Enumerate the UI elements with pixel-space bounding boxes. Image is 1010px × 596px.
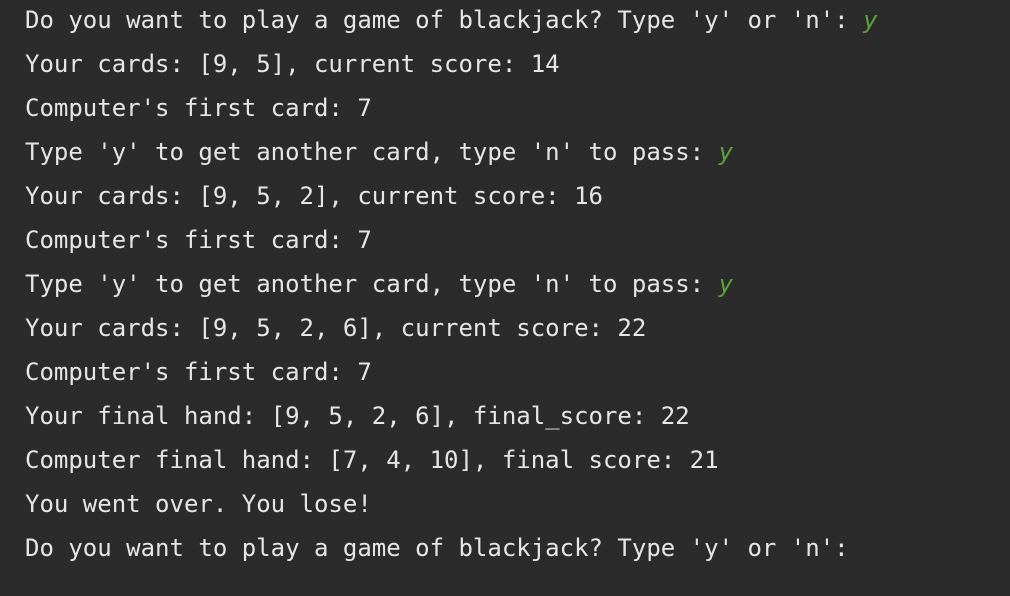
user-input: y	[718, 270, 734, 298]
output-text: Computer's first card: 7	[25, 358, 372, 386]
output-text: Your cards: [9, 5], current score: 14	[25, 50, 560, 78]
output-text: Type 'y' to get another card, type 'n' t…	[25, 138, 719, 166]
user-input: y	[718, 138, 734, 166]
output-text: Do you want to play a game of blackjack?…	[25, 534, 864, 562]
output-text: Computer final hand: [7, 4, 10], final s…	[25, 446, 719, 474]
console-line: Computer's first card: 7	[25, 224, 372, 256]
output-text: You went over. You lose!	[25, 490, 372, 518]
output-text: Computer's first card: 7	[25, 226, 372, 254]
console-line: Computer final hand: [7, 4, 10], final s…	[25, 444, 719, 476]
console-line[interactable]: Do you want to play a game of blackjack?…	[25, 532, 863, 564]
console-line: Computer's first card: 7	[25, 356, 372, 388]
console-line: Do you want to play a game of blackjack?…	[25, 4, 878, 36]
console-line: Your cards: [9, 5], current score: 14	[25, 48, 560, 80]
console-line: Your final hand: [9, 5, 2, 6], final_sco…	[25, 400, 690, 432]
output-text: Do you want to play a game of blackjack?…	[25, 6, 864, 34]
output-text: Computer's first card: 7	[25, 94, 372, 122]
console-line: Computer's first card: 7	[25, 92, 372, 124]
output-text: Type 'y' to get another card, type 'n' t…	[25, 270, 719, 298]
user-input: y	[863, 6, 878, 34]
console-line: Type 'y' to get another card, type 'n' t…	[25, 268, 733, 300]
console-line: Type 'y' to get another card, type 'n' t…	[25, 136, 733, 168]
console-line: You went over. You lose!	[25, 488, 372, 520]
console-line: Your cards: [9, 5, 2, 6], current score:…	[25, 312, 646, 344]
output-text: Your cards: [9, 5, 2, 6], current score:…	[25, 314, 647, 342]
output-text: Your cards: [9, 5, 2], current score: 16	[25, 182, 603, 210]
console-output[interactable]: Do you want to play a game of blackjack?…	[0, 0, 1010, 596]
output-text: Your final hand: [9, 5, 2, 6], final_sco…	[25, 402, 690, 430]
console-line: Your cards: [9, 5, 2], current score: 16	[25, 180, 603, 212]
